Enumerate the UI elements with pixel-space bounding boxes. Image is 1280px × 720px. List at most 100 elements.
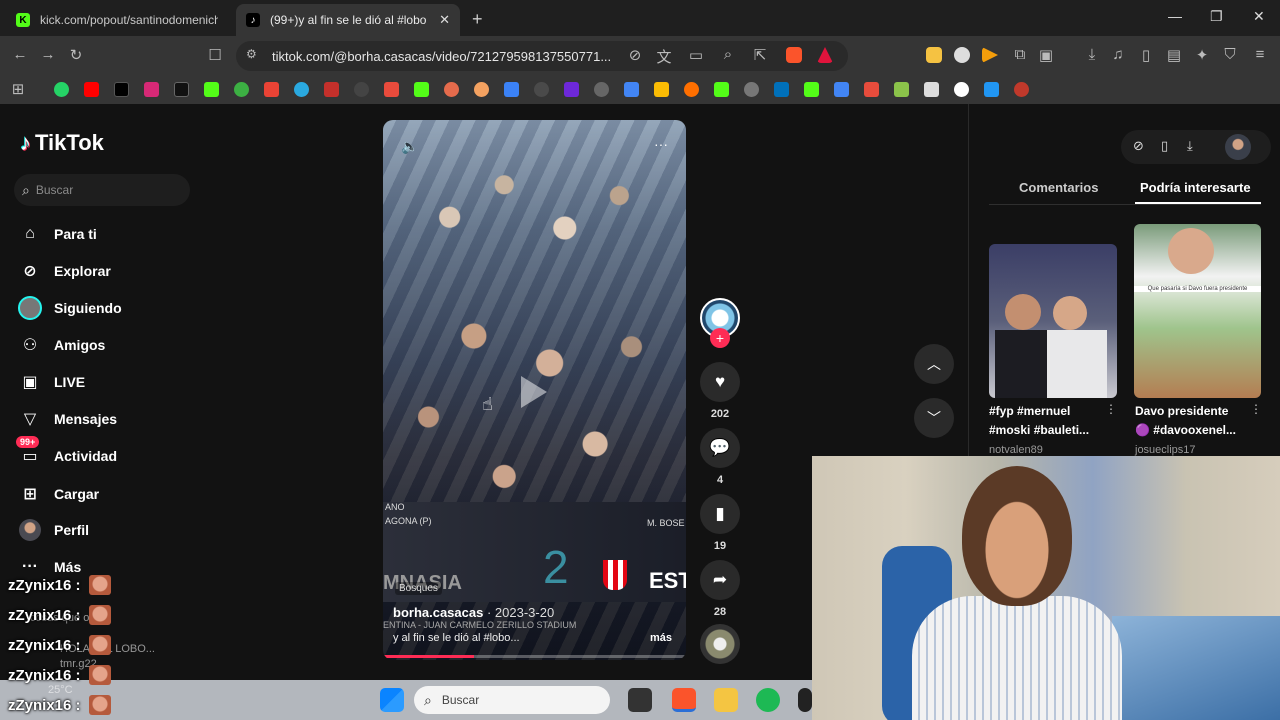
leo-icon[interactable]: ✦ [1192,46,1212,64]
close-tab-icon[interactable]: ✕ [439,12,450,28]
save-button[interactable]: ▮ 19 [700,494,740,552]
bookmark-icon[interactable] [864,82,879,97]
more-link[interactable]: más [650,632,672,644]
sidebar-item-siguiendo[interactable]: Siguiendo [18,296,122,320]
play-icon[interactable] [521,376,547,408]
cast-icon[interactable]: ▭ [686,46,706,64]
video-progress-bar[interactable] [383,655,686,658]
bookmark-gmail-icon[interactable] [264,82,279,97]
sidebar-item-amigos[interactable]: ⚇ Amigos [18,333,106,357]
tab-kick[interactable]: K kick.com/popout/santinodomenichin [6,4,228,36]
minimize-button[interactable]: — [1168,8,1182,24]
compass-small-icon[interactable]: ⊘ [1133,138,1144,154]
bookmark-icon[interactable] [534,82,549,97]
sidebar-item-explorar[interactable]: ⊘ Explorar [18,259,111,283]
bookmark-icon[interactable] [984,82,999,97]
video-player[interactable]: 🔈 ··· ANO AGONA (P) M. BOSE MNASIA 2 EST… [383,120,686,660]
card-options-icon[interactable]: ⋮ [1250,402,1262,416]
video-author[interactable]: borha.casacas · 2023-3-20 [393,605,554,620]
apps-grid-icon[interactable]: ⊞ [8,80,28,98]
extension-icon[interactable] [982,47,998,63]
new-tab-button[interactable]: + [472,9,483,30]
sidebar-item-mensajes[interactable]: ▽ Mensajes [18,407,117,431]
card-title[interactable]: #fyp #mernuel #moski #bauleti... [989,402,1089,440]
sidebar-icon[interactable]: ▯ [1136,46,1156,64]
bookmark-icon[interactable] [714,82,729,97]
device-icon[interactable]: ▯ [1161,138,1168,154]
bookmark-instagram-icon[interactable] [144,82,159,97]
obs-icon[interactable] [798,688,812,712]
downloads-icon[interactable]: ⤓ [1082,46,1102,63]
volume-icon[interactable]: 🔈 [401,138,418,155]
zoom-icon[interactable]: ⌕ [718,46,738,63]
next-video-button[interactable]: ﹀ [914,398,954,438]
brave-shield-icon[interactable] [786,47,802,63]
bookmark-icon[interactable] [504,82,519,97]
back-icon[interactable]: ← [10,46,30,63]
bookmark-icon[interactable]: ☐ [205,46,225,64]
task-view-icon[interactable] [628,688,652,712]
tiktok-logo[interactable]: ♪ TikTok [20,130,104,156]
close-window-button[interactable]: ✕ [1253,8,1265,25]
bookmark-kick-icon[interactable] [804,82,819,97]
video-thumbnail[interactable]: Que pasaría si Davo fuera presidente [1134,224,1261,398]
bookmark-icon[interactable] [684,82,699,97]
no-track-icon[interactable]: ⊘ [625,46,645,64]
extensions-puzzle-icon[interactable]: ⧉ [1010,46,1030,63]
bookmark-icon[interactable] [384,82,399,97]
search-input[interactable]: ⌕ Buscar [14,174,190,206]
taskbar-search[interactable]: ⌕ Buscar [414,686,610,714]
creator-avatar[interactable]: + [700,298,740,348]
file-explorer-icon[interactable] [714,688,738,712]
windows-start-icon[interactable] [380,688,404,712]
bookmark-drive-icon[interactable] [654,82,669,97]
bookmark-x-icon[interactable] [174,82,189,97]
sidebar-item-cargar[interactable]: ⊞ Cargar [18,482,99,506]
bookmark-docs-icon[interactable] [624,82,639,97]
share-icon[interactable]: ⇱ [750,46,770,64]
extension-icon[interactable] [954,47,970,63]
spotify-icon[interactable] [756,688,780,712]
bookmark-icon[interactable] [324,82,339,97]
sidebar-item-live[interactable]: ▣ LIVE [18,370,85,394]
bookmark-icon[interactable] [744,82,759,97]
bookmark-icon[interactable] [564,82,579,97]
bookmark-icon[interactable] [894,82,909,97]
reload-icon[interactable]: ↻ [66,46,86,64]
vpn-icon[interactable]: ⛉ [1220,46,1240,63]
card-title[interactable]: Davo presidente 🟣 #davooxenel... [1135,402,1236,440]
bookmark-icon[interactable] [1014,82,1029,97]
sidebar-item-para-ti[interactable]: ⌂ Para ti [18,222,97,246]
video-thumbnail[interactable] [989,244,1117,398]
bookmark-kick-icon[interactable] [204,82,219,97]
follow-plus-icon[interactable]: + [710,328,730,348]
card-options-icon[interactable]: ⋮ [1105,402,1117,416]
user-avatar[interactable] [1225,134,1251,160]
sidebar-item-actividad[interactable]: ▭ 99+ Actividad [16,436,117,468]
site-info-icon[interactable]: ⚙ [246,47,257,61]
wallet-icon[interactable]: ▤ [1164,46,1184,64]
bookmark-icon[interactable] [954,82,969,97]
location-tag[interactable]: Bosques [395,582,442,595]
bookmark-icon[interactable] [594,82,609,97]
video-options-icon[interactable]: ··· [654,136,668,152]
bookmark-icon[interactable] [294,82,309,97]
tab-tiktok[interactable]: ♪ (99+)y al fin se le dió al #lobo ✕ [236,4,460,36]
bookmark-icon[interactable] [234,82,249,97]
comment-button[interactable]: 💬 4 [700,428,740,486]
extension-icon[interactable] [926,47,942,63]
music-icon[interactable]: ♫ [1108,46,1128,63]
sound-disc[interactable] [700,624,740,664]
tab-search-icon[interactable]: ▣ [1036,46,1056,64]
bookmark-icon[interactable] [354,82,369,97]
card-username[interactable]: josueclips17 [1135,444,1196,456]
card-username[interactable]: notvalen89 [989,444,1043,456]
bookmark-tiktok-icon[interactable] [114,82,129,97]
bookmark-paypal-icon[interactable] [774,82,789,97]
brave-taskbar-icon[interactable] [672,688,696,712]
bookmark-icon[interactable] [474,82,489,97]
bookmark-kick-icon[interactable] [414,82,429,97]
tab-comentarios[interactable]: Comentarios [1019,180,1098,195]
forward-icon[interactable]: → [38,46,58,63]
bookmark-youtube-icon[interactable] [84,82,99,97]
